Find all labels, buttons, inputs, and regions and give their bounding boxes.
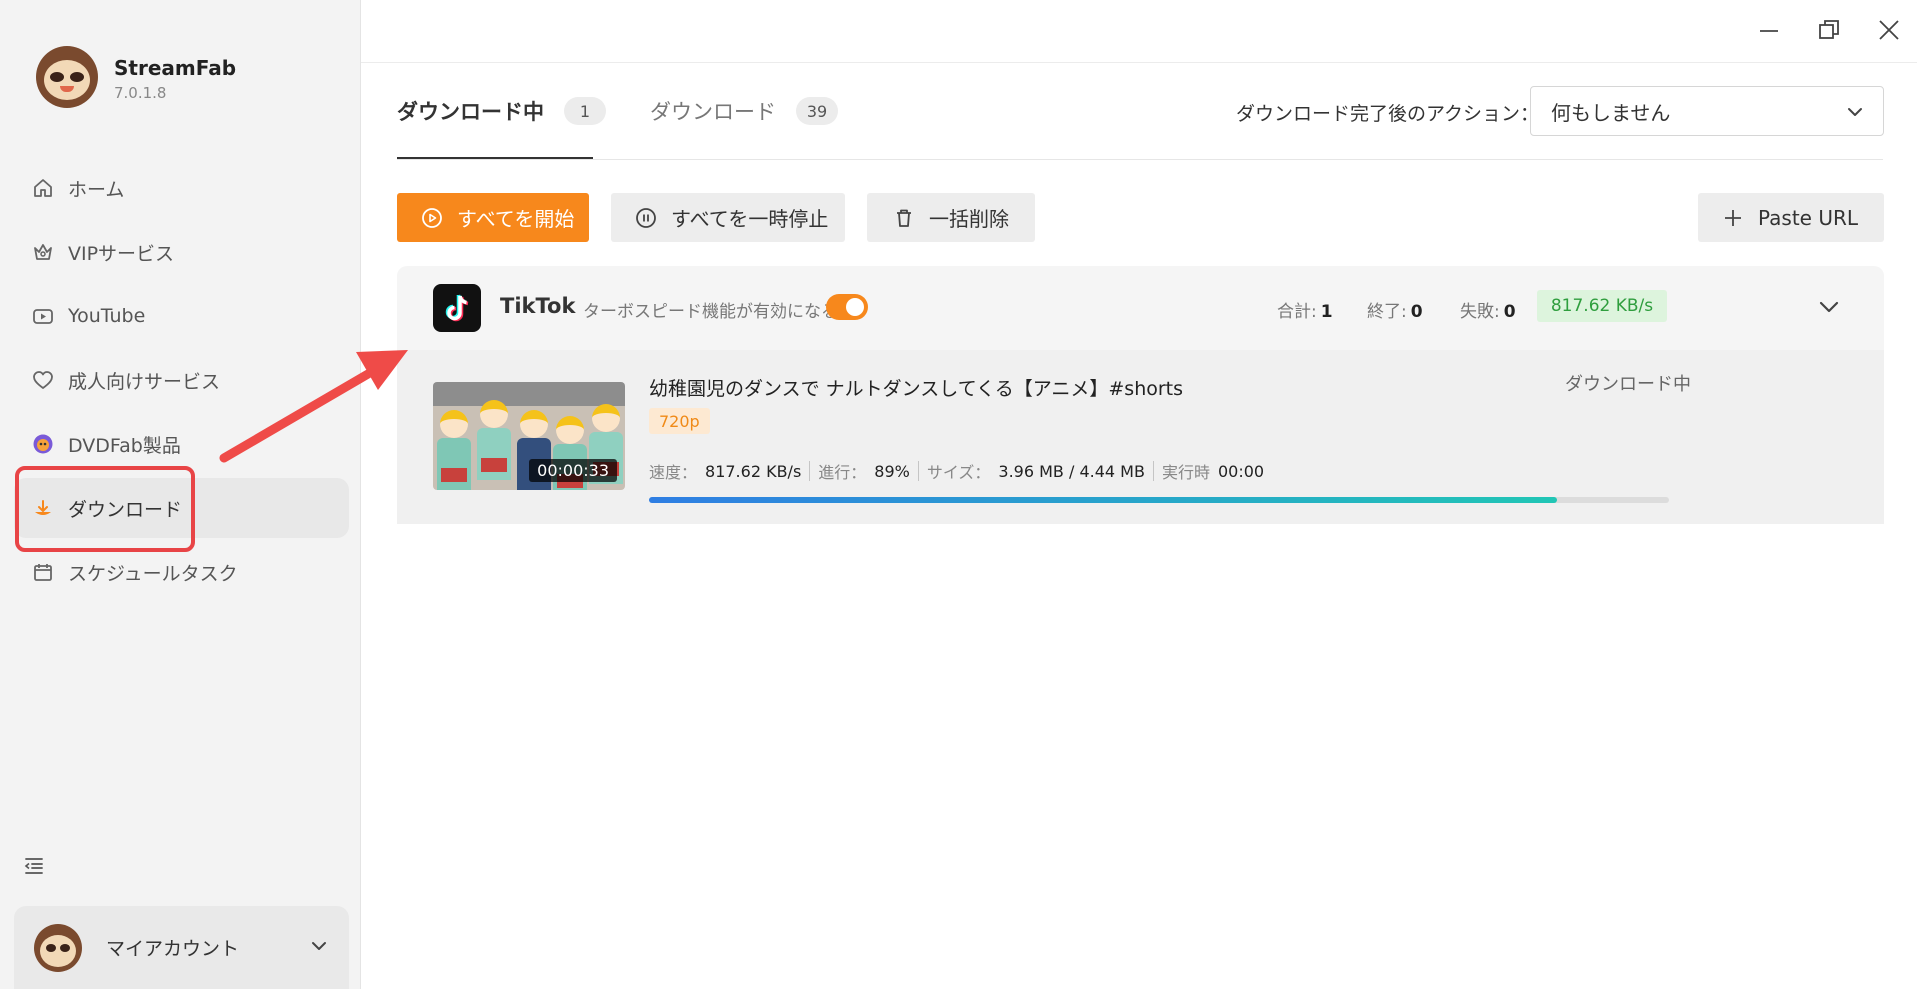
speed-label: 速度： [649, 463, 698, 482]
group-speed-badge: 817.62 KB/s [1537, 290, 1667, 322]
sidebar-item-label: YouTube [68, 305, 146, 327]
size-label: サイズ： [926, 463, 991, 482]
after-download-action-label: ダウンロード完了後のアクション： [1236, 103, 1540, 125]
annotation-arrow-icon [219, 350, 408, 463]
stat-total: 合計: 1 [1277, 302, 1333, 322]
chevron-down-icon [1848, 108, 1862, 116]
plus-icon [1725, 209, 1741, 226]
avatar [34, 923, 82, 972]
tab-downloading[interactable]: ダウンロード中 1 [397, 96, 606, 126]
download-group-tiktok: TikTok ターボスピード機能が有効になる 合計: 1 終了: 0 失敗: 0 81… [397, 266, 1884, 524]
collapse-sidebar-icon[interactable] [22, 854, 46, 878]
select-value: 何もしません [1551, 100, 1671, 125]
sidebar-item-label: 成人向けサービス [68, 370, 221, 393]
vip-icon [32, 241, 54, 263]
group-header[interactable]: TikTok ターボスピード機能が有効になる 合計: 1 終了: 0 失敗: 0 81… [397, 266, 1884, 350]
account-label: マイアカウント [106, 938, 240, 960]
group-name: TikTok [500, 294, 576, 318]
quality-badge: 720p [649, 408, 710, 434]
elapsed-label: 実行時 [1161, 463, 1210, 482]
progress-bar [649, 497, 1669, 503]
sidebar-item-label: ホーム [68, 178, 125, 201]
stat-failed: 失敗: 0 [1460, 302, 1516, 322]
dvdfab-icon [32, 433, 54, 455]
sidebar: StreamFab 7.0.1.8 ホーム VIPサービス YouTube 成人… [0, 0, 361, 989]
sidebar-item-vip[interactable]: VIPサービス [14, 222, 349, 282]
titlebar-divider [361, 62, 1917, 63]
app-version: 7.0.1.8 [114, 84, 167, 102]
tab-label: ダウンロード [650, 100, 776, 124]
play-circle-icon [422, 207, 442, 228]
streamfab-logo-icon [36, 46, 98, 108]
count-badge: 1 [564, 97, 606, 125]
sidebar-item-label: DVDFab製品 [68, 434, 181, 457]
home-icon [32, 177, 54, 199]
sidebar-item-home[interactable]: ホーム [14, 158, 349, 218]
turbo-speed-toggle[interactable] [826, 294, 868, 320]
sidebar-item-schedule[interactable]: スケジュールタスク [14, 542, 349, 602]
task-meta: 速度： 817.62 KB/s 進行： 89% サイズ： 3.96 MB / 4… [649, 459, 1264, 483]
app-name: StreamFab [114, 56, 237, 80]
stat-done: 終了: 0 [1367, 302, 1423, 322]
pause-all-button[interactable]: すべてを一時停止 [611, 193, 845, 242]
progress-label: 進行： [818, 463, 867, 482]
paste-url-button[interactable]: Paste URL [1698, 193, 1884, 242]
sidebar-item-label: スケジュールタスク [68, 562, 238, 585]
button-label: すべてを開始 [457, 207, 575, 231]
turbo-speed-label: ターボスピード機能が有効になる [583, 302, 838, 322]
speed-value: 817.62 KB/s [705, 461, 802, 481]
annotation-highlight-box [15, 466, 195, 552]
size-value: 3.96 MB / 4.44 MB [998, 461, 1145, 481]
tab-downloaded[interactable]: ダウンロード 39 [650, 96, 838, 126]
chevron-down-icon[interactable] [1816, 294, 1842, 320]
calendar-icon [32, 561, 54, 583]
heart-icon [32, 369, 54, 391]
count-badge: 39 [796, 97, 838, 125]
video-duration: 00:00:33 [529, 459, 617, 482]
after-download-action-select[interactable]: 何もしません [1530, 86, 1884, 136]
sidebar-item-youtube[interactable]: YouTube [14, 286, 349, 346]
tabs-divider [397, 159, 1883, 160]
sidebar-item-label: VIPサービス [68, 242, 175, 265]
chevron-down-icon [312, 942, 326, 950]
minimize-icon[interactable] [1757, 18, 1781, 42]
video-title: 幼稚園児のダンスで ナルトダンスしてくる【アニメ】#shorts [649, 378, 1184, 400]
button-label: Paste URL [1758, 205, 1859, 230]
progress-value: 89% [874, 461, 910, 481]
youtube-icon [32, 305, 54, 327]
video-thumbnail[interactable]: 00:00:33 [433, 382, 625, 490]
tab-label: ダウンロード中 [397, 100, 544, 124]
progress-bar-fill [649, 497, 1557, 503]
restore-window-icon[interactable] [1817, 18, 1841, 42]
task-status: ダウンロード中 [1565, 374, 1691, 395]
download-task-row: 00:00:33 幼稚園児のダンスで ナルトダンスしてくる【アニメ】#short… [397, 350, 1884, 524]
elapsed-value: 00:00 [1217, 461, 1265, 481]
trash-icon [897, 209, 911, 227]
pause-circle-icon [636, 207, 656, 228]
button-label: すべてを一時停止 [671, 207, 829, 231]
account-menu[interactable]: マイアカウント [14, 906, 349, 989]
delete-all-button[interactable]: 一括削除 [867, 193, 1035, 242]
button-label: 一括削除 [929, 207, 1009, 231]
start-all-button[interactable]: すべてを開始 [397, 193, 589, 242]
close-icon[interactable] [1877, 18, 1901, 42]
tiktok-logo-icon [433, 284, 481, 332]
